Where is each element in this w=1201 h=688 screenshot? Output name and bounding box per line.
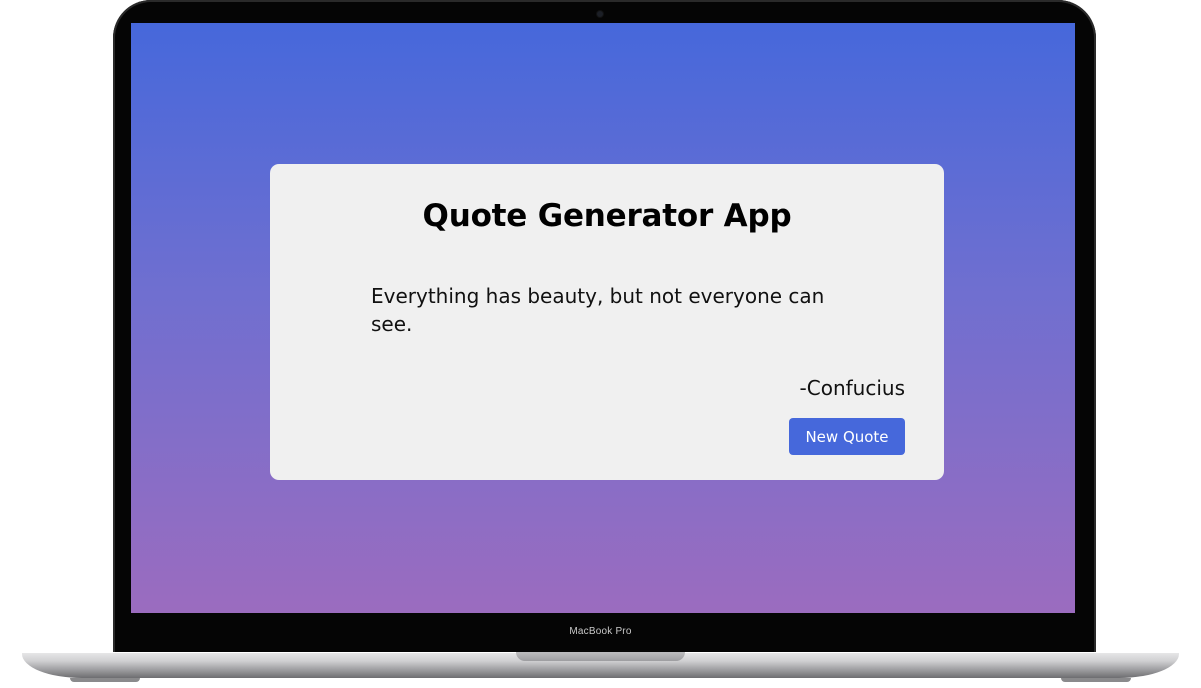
camera-icon — [597, 11, 603, 17]
laptop-foot-left — [70, 678, 140, 682]
app-screen: Quote Generator App Everything has beaut… — [131, 23, 1075, 613]
page-title: Quote Generator App — [422, 198, 792, 234]
quote-author: -Confucius — [799, 376, 905, 400]
device-label: MacBook Pro — [569, 626, 632, 637]
quote-card: Quote Generator App Everything has beaut… — [270, 164, 944, 480]
laptop-foot-right — [1061, 678, 1131, 682]
laptop-base-notch — [516, 652, 685, 661]
quote-text: Everything has beauty, but not everyone … — [371, 284, 825, 336]
laptop-mockup: Quote Generator App Everything has beaut… — [0, 0, 1201, 688]
new-quote-button[interactable]: New Quote — [789, 418, 905, 455]
